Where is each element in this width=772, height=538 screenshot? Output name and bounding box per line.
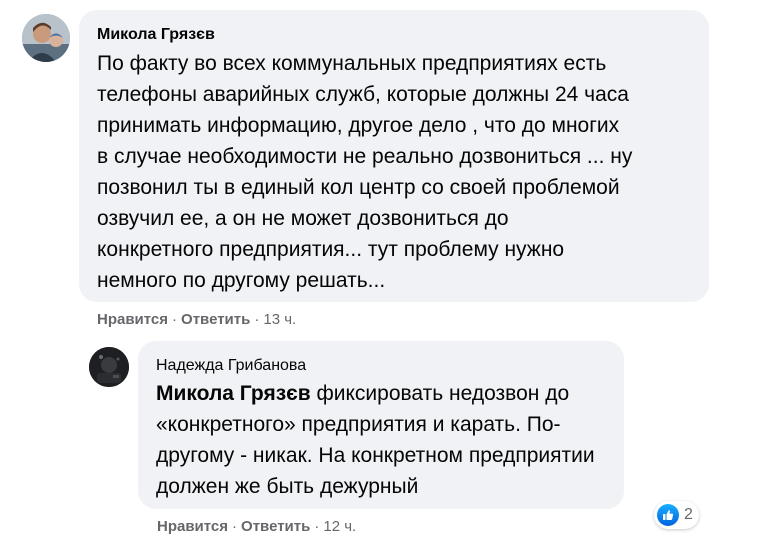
reaction-summary[interactable]: 2 bbox=[654, 501, 699, 529]
like-button[interactable]: Нравится bbox=[157, 518, 228, 536]
separator: · bbox=[232, 518, 238, 535]
reply-text: Микола Грязєв фиксировать недозвон до «к… bbox=[156, 378, 626, 502]
reply-bubble: Надежда Грибанова Микола Грязєв фиксиров… bbox=[138, 341, 624, 509]
reply-button[interactable]: Ответить bbox=[181, 311, 250, 329]
avatar[interactable] bbox=[89, 347, 129, 387]
reply-actions: Нравится · Ответить · 12 ч. bbox=[157, 518, 356, 536]
mention-link[interactable]: Микола Грязєв bbox=[156, 382, 311, 405]
reply-button[interactable]: Ответить bbox=[241, 518, 310, 536]
comment-author[interactable]: Микола Грязєв bbox=[97, 25, 215, 45]
like-button[interactable]: Нравится bbox=[97, 311, 168, 329]
reply-author[interactable]: Надежда Грибанова bbox=[156, 356, 306, 376]
comment-text: По факту во всех коммунальных предприяти… bbox=[97, 52, 633, 292]
comment-timestamp[interactable]: 13 ч. bbox=[263, 311, 296, 329]
comment-actions: Нравится · Ответить · 13 ч. bbox=[97, 311, 296, 329]
reaction-count: 2 bbox=[684, 506, 693, 523]
comment-bubble: Микола Грязєв По факту во всех коммуналь… bbox=[79, 10, 709, 302]
user-photo-icon bbox=[89, 347, 129, 387]
user-photo-icon bbox=[22, 14, 70, 62]
separator: · bbox=[314, 518, 320, 535]
reply-timestamp[interactable]: 12 ч. bbox=[323, 518, 356, 536]
avatar[interactable] bbox=[22, 14, 70, 62]
separator: · bbox=[172, 311, 178, 328]
like-icon bbox=[657, 504, 679, 526]
separator: · bbox=[254, 311, 260, 328]
